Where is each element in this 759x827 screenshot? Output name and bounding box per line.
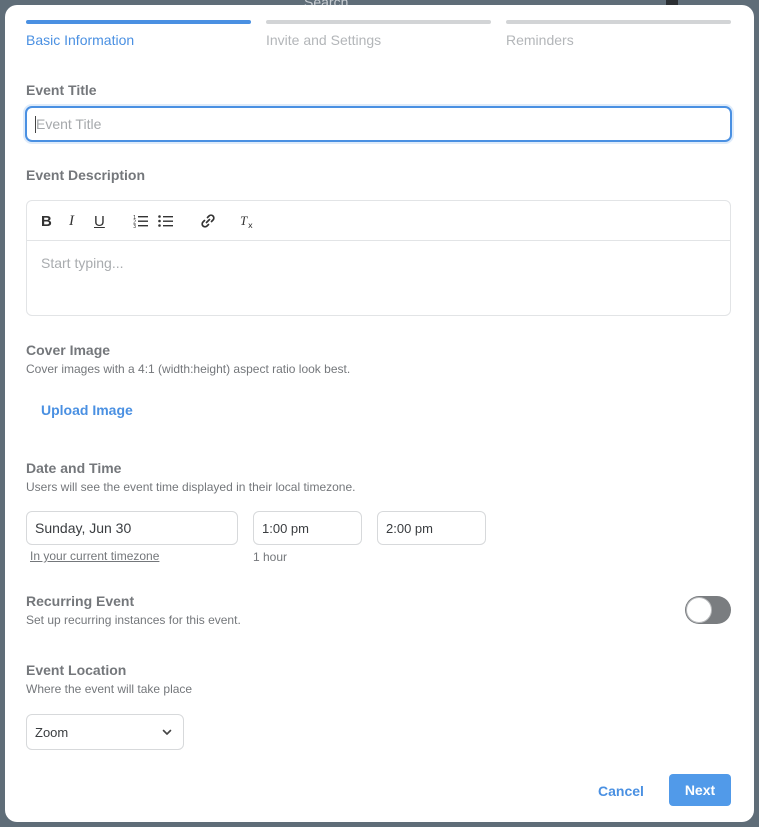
recurring-event-toggle[interactable] <box>685 596 731 624</box>
upload-image-button[interactable]: Upload Image <box>41 402 133 418</box>
location-select-value: Zoom <box>35 724 69 740</box>
bold-icon[interactable]: B <box>41 212 52 230</box>
event-location-label: Event Location <box>26 662 127 678</box>
recurring-event-help: Set up recurring instances for this even… <box>26 613 241 627</box>
event-description-label: Event Description <box>26 167 146 183</box>
duration-text: 1 hour <box>253 550 288 564</box>
description-text-area[interactable]: Start typing... <box>27 241 730 285</box>
location-select[interactable]: Zoom <box>26 714 184 750</box>
event-title-input[interactable] <box>25 106 732 142</box>
clear-format-icon[interactable]: Tx <box>240 212 256 230</box>
step-invite-and-settings[interactable]: Invite and Settings <box>266 20 491 48</box>
step-progress-bar <box>506 20 731 24</box>
date-time-label: Date and Time <box>26 460 122 476</box>
underline-icon[interactable]: U <box>94 212 105 230</box>
date-field[interactable]: Sunday, Jun 30 <box>26 511 238 545</box>
start-time-field[interactable]: 1:00 pm <box>253 511 362 545</box>
text-caret <box>35 116 36 133</box>
event-location-help: Where the event will take place <box>26 682 193 696</box>
svg-text:3: 3 <box>133 224 136 228</box>
italic-icon[interactable]: I <box>69 212 74 230</box>
end-time-field[interactable]: 2:00 pm <box>377 511 486 545</box>
step-label: Basic Information <box>26 32 135 48</box>
step-reminders[interactable]: Reminders <box>506 20 731 48</box>
svg-text:T: T <box>240 213 248 228</box>
timezone-link[interactable]: In your current timezone <box>30 549 159 563</box>
step-basic-information[interactable]: Basic Information <box>26 20 251 48</box>
link-icon[interactable] <box>200 212 216 230</box>
step-label: Reminders <box>506 32 574 48</box>
create-event-modal: Basic Information Invite and Settings Re… <box>5 5 754 822</box>
bullet-list-icon[interactable] <box>158 212 174 230</box>
chevron-down-icon <box>161 726 173 741</box>
description-editor: B I U 123 Tx Start typing... <box>26 200 731 316</box>
cover-image-help: Cover images with a 4:1 (width:height) a… <box>26 362 351 376</box>
ordered-list-icon[interactable]: 123 <box>133 212 149 230</box>
cancel-button[interactable]: Cancel <box>598 783 644 799</box>
next-button[interactable]: Next <box>669 774 731 806</box>
step-progress-bar <box>26 20 251 24</box>
step-progress-bar <box>266 20 491 24</box>
cover-image-label: Cover Image <box>26 342 111 358</box>
date-time-help: Users will see the event time displayed … <box>26 480 356 494</box>
event-title-label: Event Title <box>26 82 97 98</box>
toggle-knob <box>686 597 712 623</box>
recurring-event-label: Recurring Event <box>26 593 135 609</box>
editor-toolbar: B I U 123 Tx <box>27 201 730 241</box>
svg-text:x: x <box>248 221 253 229</box>
step-label: Invite and Settings <box>266 32 382 48</box>
